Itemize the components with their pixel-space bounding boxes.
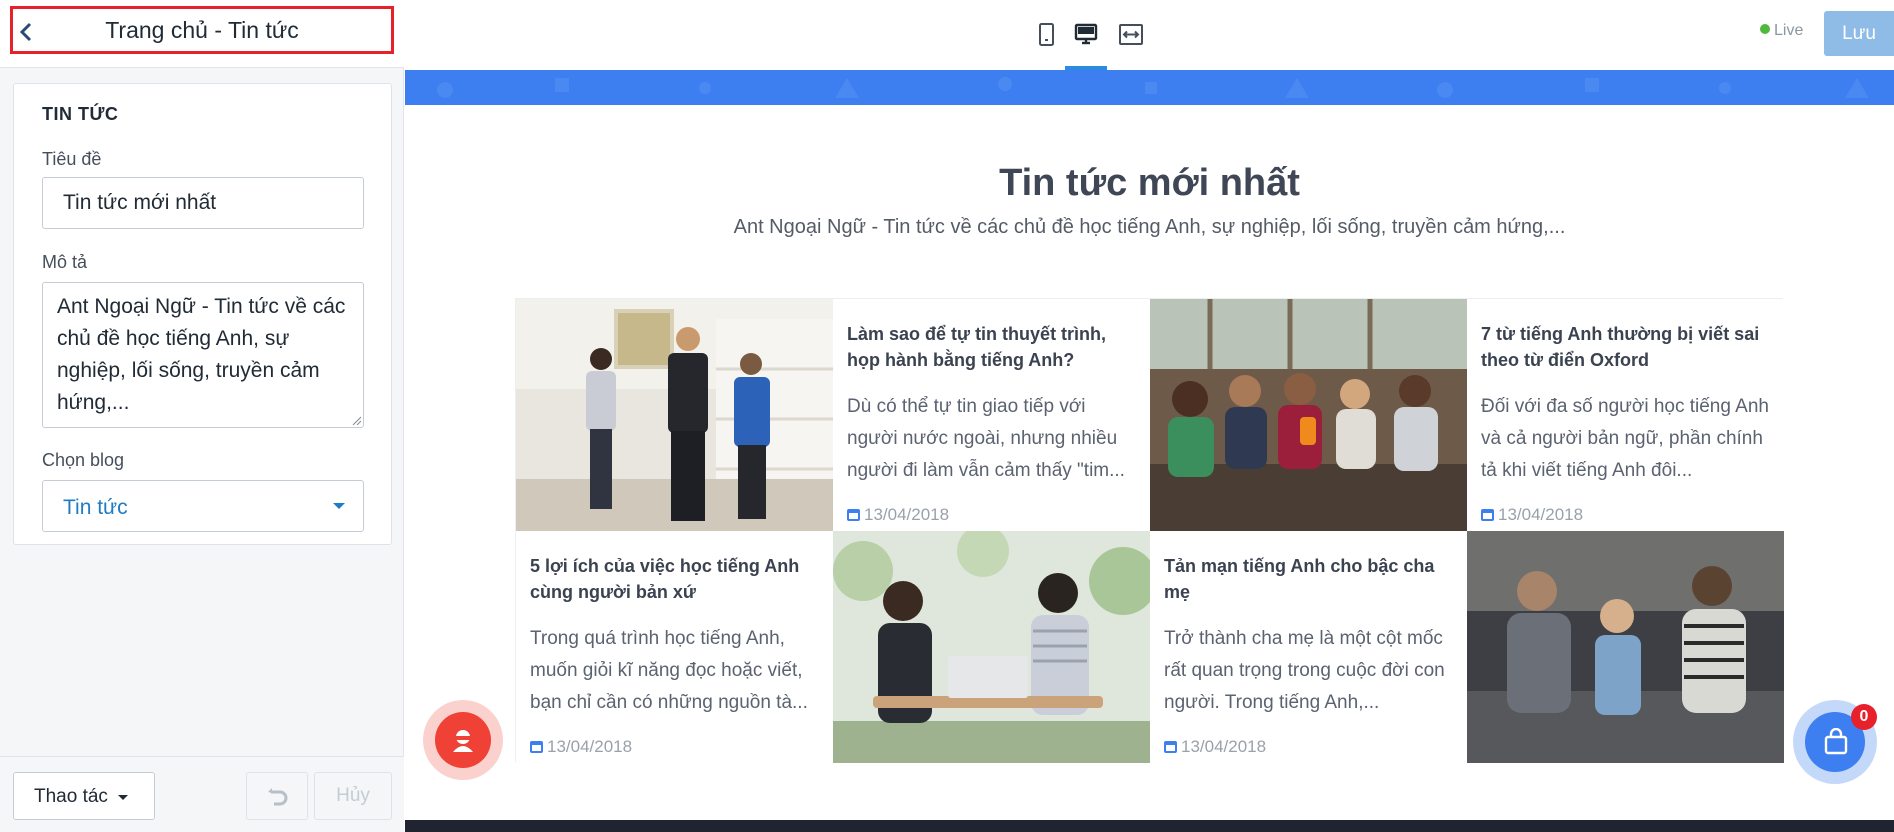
- caret-down-icon: [333, 503, 345, 509]
- footer-band: [405, 820, 1894, 832]
- description-field-label: Mô tả: [42, 252, 88, 272]
- article-photo: [1150, 299, 1467, 531]
- article-photo: [833, 531, 1150, 763]
- save-button[interactable]: Lưu: [1824, 11, 1894, 56]
- article-date-text: 13/04/2018: [547, 737, 633, 756]
- chevron-left-icon: [19, 22, 32, 42]
- cart-widget-button[interactable]: 0: [1793, 700, 1877, 784]
- article-date-text: 13/04/2018: [1498, 505, 1584, 524]
- article-card-1[interactable]: Làm sao để tự tin thuyết trình, họp hành…: [833, 299, 1150, 531]
- article-date-text: 13/04/2018: [1181, 737, 1267, 756]
- article-card-4[interactable]: Tản mạn tiếng Anh cho bậc cha mẹ Trở thà…: [1150, 531, 1467, 763]
- article-card-2[interactable]: 7 từ tiếng Anh thường bị viết sai theo t…: [1467, 299, 1784, 531]
- article-title[interactable]: Tản mạn tiếng Anh cho bậc cha mẹ: [1164, 553, 1453, 609]
- panel-title: Trang chủ - Tin tức: [105, 17, 299, 43]
- title-input[interactable]: [42, 177, 364, 229]
- device-fullwidth-button[interactable]: [1109, 16, 1151, 54]
- shopping-bag-icon: [1824, 728, 1848, 755]
- site-preview: Tin tức mới nhất Ant Ngoại Ngữ - Tin tức…: [405, 70, 1894, 832]
- article-photo: [516, 299, 833, 531]
- article-date: 13/04/2018: [530, 737, 819, 757]
- title-field-label: Tiêu đề: [42, 149, 102, 169]
- desktop-icon: [1074, 23, 1098, 45]
- article-excerpt: Trở thành cha mẹ là một cột mốc rất quan…: [1164, 628, 1445, 713]
- settings-card: TIN TỨC Tiêu đề Mô tả Ant Ngoại Ngữ - Ti…: [13, 83, 392, 545]
- cancel-button[interactable]: Hủy: [314, 772, 392, 820]
- blog-select[interactable]: Tin tức: [42, 480, 364, 532]
- article-image-4[interactable]: [1467, 531, 1784, 763]
- description-textarea[interactable]: Ant Ngoại Ngữ - Tin tức về các chủ đề họ…: [42, 282, 364, 428]
- live-status: Live: [1760, 22, 1803, 40]
- calendar-icon: [847, 509, 860, 521]
- header-band: [405, 70, 1894, 105]
- calendar-icon: [530, 741, 543, 753]
- full-width-icon: [1119, 24, 1143, 45]
- undo-icon: [268, 788, 288, 806]
- article-excerpt: Đối với đa số người học tiếng Anh và cả …: [1481, 396, 1769, 481]
- article-image-1[interactable]: [516, 299, 833, 531]
- article-title[interactable]: 5 lợi ích của việc học tiếng Anh cùng ng…: [530, 553, 819, 609]
- calendar-icon: [1481, 509, 1494, 521]
- article-date: 13/04/2018: [1164, 737, 1453, 757]
- band-pattern: [437, 77, 1869, 98]
- news-heading: Tin tức mới nhất: [999, 162, 1300, 204]
- article-date: 13/04/2018: [847, 505, 1136, 525]
- live-label: Live: [1774, 22, 1804, 39]
- article-title[interactable]: Làm sao để tự tin thuyết trình, họp hành…: [847, 321, 1136, 377]
- calendar-icon: [1164, 741, 1177, 753]
- article-photo: [1467, 531, 1784, 763]
- sidebar-footer: Thao tác Hủy: [0, 756, 404, 832]
- resize-grip-icon[interactable]: [351, 415, 361, 425]
- news-grid: Làm sao để tự tin thuyết trình, họp hành…: [515, 298, 1784, 763]
- article-date-text: 13/04/2018: [864, 505, 950, 524]
- chat-widget-button[interactable]: [423, 700, 503, 780]
- device-mobile-button[interactable]: [1025, 16, 1067, 54]
- article-card-3[interactable]: 5 lợi ích của việc học tiếng Anh cùng ng…: [516, 531, 833, 763]
- description-text: Ant Ngoại Ngữ - Tin tức về các chủ đề họ…: [57, 295, 346, 414]
- cart-count-badge: 0: [1851, 704, 1877, 730]
- article-date: 13/04/2018: [1481, 505, 1770, 525]
- blog-select-value: Tin tức: [63, 496, 128, 519]
- news-subheading: Ant Ngoại Ngữ - Tin tức về các chủ đề họ…: [733, 216, 1566, 238]
- device-desktop-button[interactable]: [1065, 16, 1107, 70]
- live-dot-icon: [1760, 24, 1770, 34]
- preview-toolbar: Live Lưu: [404, 0, 1894, 70]
- article-excerpt: Trong quá trình học tiếng Anh, muốn giỏi…: [530, 628, 808, 713]
- caret-down-icon: [118, 795, 128, 800]
- section-title: TIN TỨC: [42, 104, 119, 124]
- actions-dropdown-button[interactable]: Thao tác: [13, 772, 155, 820]
- article-title[interactable]: 7 từ tiếng Anh thường bị viết sai theo t…: [1481, 321, 1770, 377]
- blog-field-label: Chọn blog: [42, 450, 125, 470]
- editor-sidebar: Trang chủ - Tin tức TIN TỨC Tiêu đề Mô t…: [0, 0, 404, 832]
- article-image-2[interactable]: [1150, 299, 1467, 531]
- article-excerpt: Dù có thể tự tin giao tiếp với người nướ…: [847, 396, 1125, 481]
- support-agent-icon: [453, 730, 473, 752]
- article-image-3[interactable]: [833, 531, 1150, 763]
- sidebar-header: Trang chủ - Tin tức: [0, 0, 404, 68]
- actions-label: Thao tác: [34, 786, 108, 807]
- mobile-icon: [1039, 23, 1054, 46]
- undo-button[interactable]: [246, 772, 308, 820]
- back-button[interactable]: [16, 18, 40, 46]
